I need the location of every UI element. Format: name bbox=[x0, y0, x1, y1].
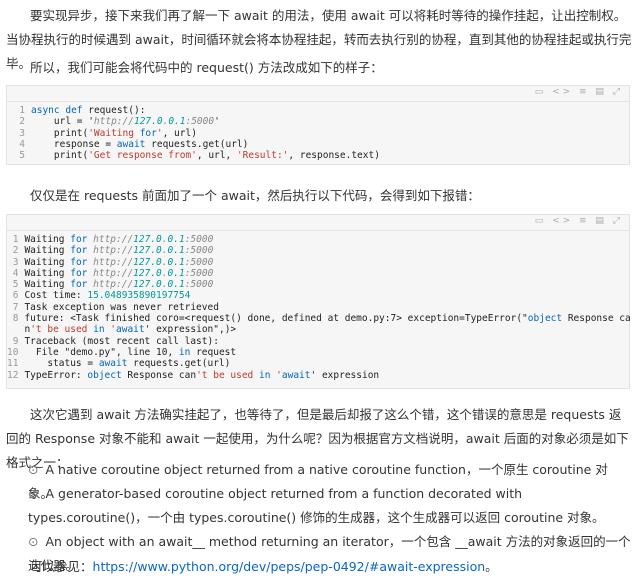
line-number bbox=[7, 381, 18, 392]
reference-label: 可以参见： bbox=[30, 559, 93, 574]
article: 要实现异步，接下来我们再了解一下 await 的用法，使用 await 可以将耗… bbox=[0, 0, 640, 581]
line-number: 5 bbox=[12, 279, 19, 291]
line-number: 2 bbox=[12, 245, 19, 257]
code-line: Waiting for http://127.0.0.1:5000 bbox=[24, 256, 214, 268]
code-toolbar-icons[interactable]: ▭ <> ≡ ▤ ⤢ bbox=[535, 87, 623, 97]
code-toolbar-icons[interactable]: ▭ <> ≡ ▤ ⤢ bbox=[535, 216, 623, 226]
line-number: 11 bbox=[7, 358, 19, 370]
code-line: async def request(): bbox=[31, 105, 146, 116]
list-item-text: A generator-based coroutine object retur… bbox=[28, 486, 605, 525]
paragraph-request-change: 所以，我们可能会将代码中的 request() 方法改成如下的样子： bbox=[30, 60, 383, 75]
paragraph-await-added: 仅仅是在 requests 前面加了一个 await，然后执行以下代码，会得到如… bbox=[30, 188, 480, 203]
code-line: print('Waiting for', url) bbox=[31, 127, 197, 139]
line-number: 1 bbox=[12, 234, 19, 245]
code-line: TypeError: object Response can't be used… bbox=[24, 369, 380, 381]
line-number: 9 bbox=[12, 335, 19, 347]
code-line: n't be used in 'await' expression",)> bbox=[24, 324, 237, 336]
line-number: 10 bbox=[7, 346, 19, 358]
code-line: Waiting for http://127.0.0.1:5000 bbox=[24, 245, 214, 257]
reference-end: 。 bbox=[485, 559, 498, 574]
list-item: ⊙ A generator-based coroutine object retu… bbox=[28, 482, 632, 530]
code-lines: async def request(): url = 'http://127.0… bbox=[31, 105, 629, 161]
bullet-icon: ⊙ bbox=[28, 462, 39, 477]
code-line: status = await requests.get(url) bbox=[24, 358, 231, 370]
code-line: response = await requests.get(url) bbox=[31, 138, 249, 150]
code-toolbar: ▭ <> ≡ ▤ ⤢ bbox=[7, 86, 629, 102]
code-line: Task exception was never retrieved bbox=[24, 301, 219, 313]
line-number: 12 bbox=[7, 369, 19, 381]
code-block-request: ▭ <> ≡ ▤ ⤢ 12345 async def request(): ur… bbox=[6, 85, 630, 165]
code-line: Waiting for http://127.0.0.1:5000 bbox=[24, 234, 214, 245]
line-number: 7 bbox=[12, 301, 19, 313]
bullet-icon: ⊙ bbox=[28, 486, 39, 501]
line-numbers: 12345 bbox=[7, 105, 31, 161]
code-line: Traceback (most recent call last): bbox=[24, 335, 219, 347]
code-line: url = 'http://127.0.0.1:5000' bbox=[31, 116, 220, 128]
code-toolbar: ▭ <> ≡ ▤ ⤢ bbox=[7, 215, 629, 231]
code-line: future: <Task finished coro=<request() d… bbox=[24, 313, 631, 325]
line-number: 2 bbox=[19, 116, 25, 128]
line-number: 5 bbox=[19, 150, 25, 162]
line-number: 4 bbox=[12, 267, 19, 279]
line-number: 4 bbox=[19, 138, 25, 150]
code-line: Waiting for http://127.0.0.1:5000 bbox=[24, 279, 214, 291]
line-number bbox=[7, 324, 18, 335]
bullet-icon: ⊙ bbox=[28, 534, 39, 549]
pep-0492-link[interactable]: https://www.python.org/dev/peps/pep-0492… bbox=[93, 559, 486, 574]
code-line: print('Get response from', url, 'Result:… bbox=[31, 150, 380, 162]
line-number: 6 bbox=[12, 290, 19, 302]
line-number: 8 bbox=[12, 313, 19, 325]
line-number: 1 bbox=[19, 105, 25, 116]
line-number: 3 bbox=[12, 256, 19, 268]
code-line: Cost time: 15.048935890197754 bbox=[24, 290, 191, 302]
code-line: File "demo.py", line 10, in request bbox=[24, 346, 237, 358]
reference-line: 可以参见：https://www.python.org/dev/peps/pep… bbox=[30, 555, 630, 579]
code-line: Waiting for http://127.0.0.1:5000 bbox=[24, 267, 214, 279]
line-numbers: 1 2 3 4 5 6 7 8 9 10 11 12 bbox=[7, 234, 24, 392]
code-lines: Waiting for http://127.0.0.1:5000 Waiting… bbox=[24, 234, 630, 392]
line-number: 3 bbox=[19, 127, 25, 139]
code-block-error-output: ▭ <> ≡ ▤ ⤢ 1 2 3 4 5 6 7 8 9 10 11 12 Waiting for h… bbox=[6, 214, 631, 392]
